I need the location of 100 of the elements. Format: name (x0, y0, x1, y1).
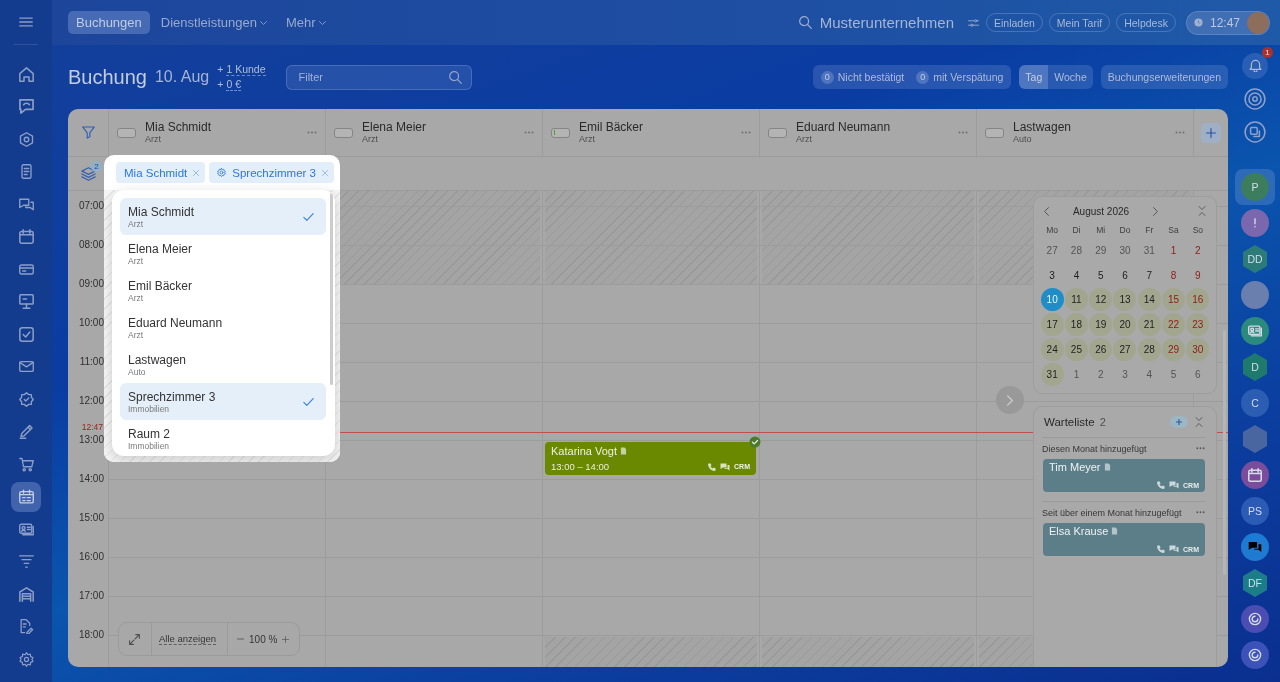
sidebar-item[interactable]: D (1235, 349, 1275, 385)
view-tab[interactable]: Tag (1019, 65, 1049, 89)
plus-icon[interactable] (282, 635, 290, 643)
calendar-day[interactable]: 19 (1089, 313, 1113, 337)
more-icon[interactable] (958, 131, 968, 134)
stat-link[interactable]: 0 € (226, 78, 241, 91)
calendar-day[interactable]: 20 (1113, 313, 1137, 337)
calendar-day[interactable]: 3 (1040, 263, 1064, 287)
chevron-right-icon[interactable] (1153, 206, 1158, 216)
sidebar-item[interactable]: P (1235, 169, 1275, 205)
calendar-day[interactable]: 18 (1064, 313, 1088, 337)
calendar-day[interactable]: 25 (1064, 338, 1088, 362)
calendar-day[interactable]: 12 (1089, 288, 1113, 312)
minus-icon[interactable] (237, 638, 245, 640)
sidebar-item[interactable] (11, 481, 41, 512)
calendar-day[interactable]: 11 (1064, 288, 1088, 312)
layers-icon[interactable] (81, 166, 96, 181)
add-button[interactable] (1170, 416, 1188, 428)
calendar-day[interactable]: 14 (1137, 288, 1161, 312)
resource-name[interactable]: Eduard Neumann (796, 120, 891, 134)
extensions-button[interactable]: Buchungserweiterungen (1100, 65, 1228, 89)
sidebar-item[interactable]: C (1235, 385, 1275, 421)
chevron-left-icon[interactable] (1044, 206, 1049, 216)
sliders-icon[interactable] (968, 18, 979, 27)
phone-icon[interactable] (1157, 545, 1166, 553)
resource-option[interactable]: Mia Schmidt Arzt (120, 198, 326, 235)
calendar-day[interactable]: 27 (1040, 238, 1064, 262)
calendar-day[interactable]: 29 (1162, 338, 1186, 362)
resource-name[interactable]: Mia Schmidt (145, 120, 212, 134)
calendar-day[interactable]: 4 (1064, 263, 1088, 287)
calendar-day[interactable]: 9 (1186, 263, 1210, 287)
scrollbar[interactable] (330, 193, 333, 385)
search-icon[interactable] (448, 70, 462, 84)
chat-bubbles-icon[interactable] (720, 462, 731, 471)
resource-option[interactable]: Raum 2 Immobilien (120, 420, 326, 456)
more-icon[interactable] (307, 131, 317, 134)
calendar-day[interactable]: 24 (1040, 338, 1064, 362)
sidebar-item[interactable]: DD (1235, 241, 1275, 277)
sidebar-item[interactable]: PS (1235, 493, 1275, 529)
filter-chip[interactable]: Sprechzimmer 3 (209, 162, 334, 183)
calendar-day[interactable]: 28 (1064, 238, 1088, 262)
expand-icon[interactable] (129, 633, 140, 645)
status-label[interactable]: mit Verspätung (933, 71, 1004, 83)
phone-icon[interactable] (1157, 481, 1166, 489)
collapse-icon[interactable] (1198, 206, 1206, 216)
close-icon[interactable] (322, 169, 328, 176)
avatar[interactable] (1247, 11, 1269, 34)
month-title[interactable]: August 2026 (1053, 205, 1149, 217)
calendar-day[interactable]: 30 (1113, 238, 1137, 262)
resource-name[interactable]: Lastwagen (1013, 120, 1072, 134)
calendar-day[interactable]: 30 (1186, 338, 1210, 362)
resource-option[interactable]: Elena Meier Arzt (120, 235, 326, 272)
stat-link[interactable]: 1 Kunde (226, 63, 266, 76)
more-icon[interactable] (1196, 447, 1205, 450)
calendar-day[interactable]: 6 (1113, 263, 1137, 287)
calendar-day[interactable]: 8 (1162, 263, 1186, 287)
status-label[interactable]: Nicht bestätigt (837, 71, 905, 83)
time-widget[interactable]: 12:47 (1185, 10, 1270, 35)
close-icon[interactable] (193, 169, 200, 176)
calendar-day[interactable]: 29 (1089, 238, 1113, 262)
calendar-day[interactable]: 17 (1040, 313, 1064, 337)
calendar-day[interactable]: 22 (1162, 313, 1186, 337)
chat-bubbles-icon[interactable] (1169, 545, 1180, 553)
company-name[interactable]: Musterunternehmen (819, 14, 954, 31)
nav-tab[interactable]: Dienstleistungen (152, 11, 275, 34)
calendar-day[interactable]: 21 (1137, 313, 1161, 337)
resource-option[interactable]: Eduard Neumann Arzt (120, 309, 326, 346)
nav-tab[interactable]: Buchungen (68, 11, 150, 34)
notifications-button[interactable] (1242, 52, 1268, 79)
calendar-day[interactable]: 6 (1186, 362, 1210, 386)
resource-name[interactable]: Elena Meier (362, 120, 427, 134)
more-icon[interactable] (524, 131, 534, 134)
calendar-day[interactable]: 5 (1162, 362, 1186, 386)
resource-name[interactable]: Emil Bäcker (579, 120, 643, 134)
calendar-day[interactable]: 31 (1137, 238, 1161, 262)
phone-icon[interactable] (708, 462, 717, 471)
add-button[interactable] (1201, 122, 1221, 143)
calendar-day[interactable]: 1 (1162, 238, 1186, 262)
more-icon[interactable] (1175, 131, 1185, 134)
calendar-day[interactable]: 7 (1137, 263, 1161, 287)
filter-icon[interactable] (81, 126, 95, 139)
calendar-day[interactable]: 27 (1113, 338, 1137, 362)
calendar-day[interactable]: 10 (1040, 288, 1064, 312)
show-all-link[interactable]: Alle anzeigen (159, 633, 217, 645)
calendar-day[interactable]: 15 (1162, 288, 1186, 312)
calendar-day[interactable]: 3 (1113, 362, 1137, 386)
calendar-day[interactable]: 16 (1186, 288, 1210, 312)
more-icon[interactable] (1196, 511, 1205, 514)
calendar-day[interactable]: 2 (1186, 238, 1210, 262)
calendar-day[interactable]: 4 (1137, 362, 1161, 386)
calendar-day[interactable]: 23 (1186, 313, 1210, 337)
calendar-day[interactable]: 28 (1137, 338, 1161, 362)
calendar-day[interactable]: 13 (1113, 288, 1137, 312)
more-icon[interactable] (741, 131, 751, 134)
sidebar-item[interactable]: DF (1235, 565, 1275, 601)
search-icon[interactable] (798, 16, 812, 29)
resource-option[interactable]: Lastwagen Auto (120, 346, 326, 383)
menu-icon[interactable] (19, 17, 33, 27)
filter-chip[interactable]: Mia Schmidt (116, 162, 206, 183)
calendar-day[interactable]: 2 (1089, 362, 1113, 386)
